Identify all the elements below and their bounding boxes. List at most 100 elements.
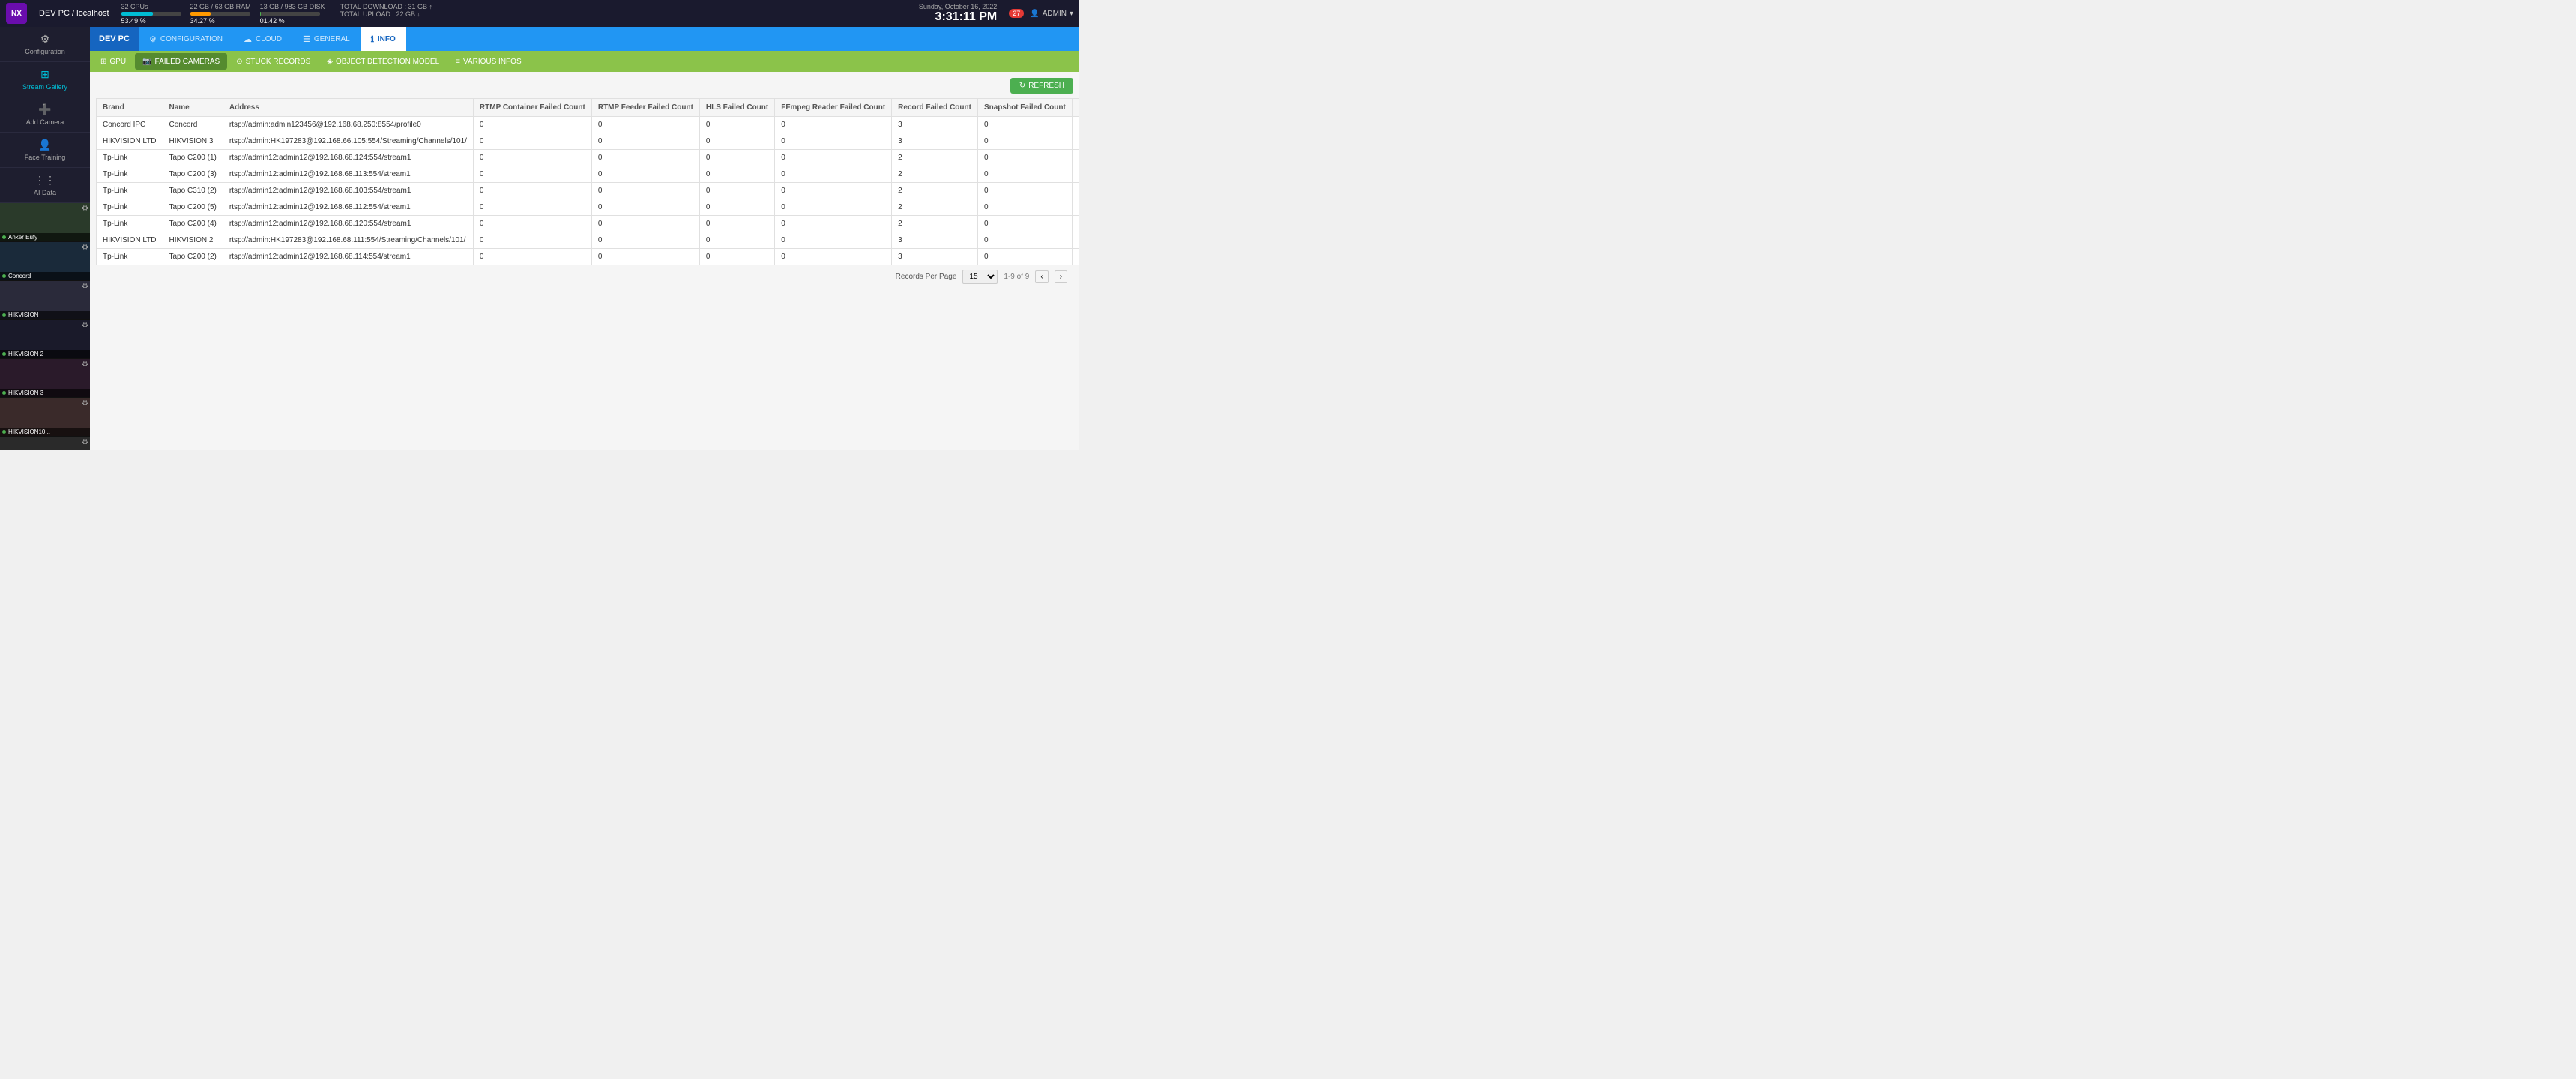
sidebar-item-configuration[interactable]: ⚙ Configuration	[0, 27, 90, 62]
cell-brand: Tp-Link	[97, 166, 163, 183]
gear-icon: ⚙	[40, 33, 50, 46]
cell-name: Tapo C200 (3)	[163, 166, 223, 183]
camera-gear-icon[interactable]: ⚙	[82, 399, 88, 408]
cell-rtmp-container: 0	[473, 150, 591, 166]
tab-bar-title: DEV PC	[90, 27, 139, 51]
cell-rtmp-container: 0	[473, 216, 591, 232]
camera-thumb[interactable]: HIKVISION 2 ⚙	[0, 320, 90, 359]
admin-menu[interactable]: 👤 ADMIN ▾	[1030, 10, 1073, 18]
camera-thumb[interactable]: Tapo C200 (1) ⚙	[0, 437, 90, 450]
cell-record-stuck: 0	[1072, 216, 1079, 232]
camera-gear-icon[interactable]: ⚙	[82, 438, 88, 447]
camera-thumb[interactable]: HIKVISION ⚙	[0, 281, 90, 320]
cell-brand: Tp-Link	[97, 249, 163, 265]
camera-thumb-label: HIKVISION 2	[0, 350, 90, 358]
record-icon: ⊙	[236, 58, 242, 66]
table-row: Tp-Link Tapo C200 (5) rtsp://admin12:adm…	[97, 199, 1080, 216]
sidebar-item-add-camera[interactable]: ➕ Add Camera	[0, 97, 90, 133]
pagination-bar: Records Per Page 152550100 1-9 of 9 ‹ ›	[96, 265, 1073, 288]
subtab-failed-cameras[interactable]: 📷 FAILED CAMERAS	[135, 53, 227, 70]
camera-list: Anker Eufy ⚙ Concord ⚙ HIKVISION ⚙ HIKVI…	[0, 203, 90, 450]
disk-stat: 13 GB / 983 GB DISK 01.42 %	[260, 3, 325, 25]
col-ffmpeg: FFmpeg Reader Failed Count	[775, 99, 892, 117]
col-hls: HLS Failed Count	[699, 99, 774, 117]
tab-general[interactable]: ☰ GENERAL	[292, 27, 361, 51]
cell-ffmpeg: 0	[775, 249, 892, 265]
notification-badge[interactable]: 27	[1009, 9, 1024, 18]
camera-gear-icon[interactable]: ⚙	[82, 205, 88, 213]
prev-page-button[interactable]: ‹	[1035, 270, 1048, 283]
camera-thumb[interactable]: HIKVISION10... ⚙	[0, 398, 90, 437]
tab-cloud[interactable]: ☁ CLOUD	[233, 27, 292, 51]
info-list-icon: ≡	[456, 58, 460, 66]
sidebar-label-ai-data: AI Data	[34, 189, 56, 196]
sidebar-item-face-training[interactable]: 👤 Face Training	[0, 133, 90, 168]
cell-hls: 0	[699, 232, 774, 249]
camera-thumb-label: Anker Eufy	[0, 233, 90, 241]
camera-thumb-label: HIKVISION 3	[0, 389, 90, 397]
cell-ffmpeg: 0	[775, 117, 892, 133]
cell-brand: Concord IPC	[97, 117, 163, 133]
camera-gear-icon[interactable]: ⚙	[82, 282, 88, 291]
cell-rtmp-container: 0	[473, 133, 591, 150]
camera-status-dot	[2, 352, 6, 356]
table-row: Tp-Link Tapo C310 (2) rtsp://admin12:adm…	[97, 183, 1080, 199]
cell-rtmp-feeder: 0	[591, 150, 699, 166]
main-layout: ⚙ Configuration ⊞ Stream Gallery ➕ Add C…	[0, 27, 1079, 450]
cell-ffmpeg: 0	[775, 133, 892, 150]
sidebar: ⚙ Configuration ⊞ Stream Gallery ➕ Add C…	[0, 27, 90, 450]
cell-record-stuck: 0	[1072, 133, 1079, 150]
cell-hls: 0	[699, 150, 774, 166]
camera-gear-icon[interactable]: ⚙	[82, 244, 88, 252]
cell-address: rtsp://admin12:admin12@192.168.68.124:55…	[223, 150, 473, 166]
cell-ffmpeg: 0	[775, 166, 892, 183]
table-row: HIKVISION LTD HIKVISION 3 rtsp://admin:H…	[97, 133, 1080, 150]
sidebar-item-ai-data[interactable]: ⋮⋮ AI Data	[0, 168, 90, 203]
cell-brand: Tp-Link	[97, 183, 163, 199]
cell-record-failed: 3	[892, 133, 978, 150]
refresh-button[interactable]: ↻ REFRESH	[1010, 78, 1073, 94]
cell-ffmpeg: 0	[775, 199, 892, 216]
tab-configuration[interactable]: ⚙ CONFIGURATION	[139, 27, 233, 51]
subtab-stuck-records[interactable]: ⊙ STUCK RECORDS	[229, 53, 318, 70]
cell-rtmp-container: 0	[473, 166, 591, 183]
subtab-object-detection[interactable]: ◈ OBJECT DETECTION MODEL	[319, 53, 447, 70]
chevron-down-icon: ▾	[1070, 10, 1073, 18]
cell-rtmp-feeder: 0	[591, 199, 699, 216]
table-row: HIKVISION LTD HIKVISION 2 rtsp://admin:H…	[97, 232, 1080, 249]
subtab-various-infos[interactable]: ≡ VARIOUS INFOS	[448, 53, 528, 70]
cell-address: rtsp://admin:HK197283@192.168.66.105:554…	[223, 133, 473, 150]
cell-ffmpeg: 0	[775, 216, 892, 232]
cell-record-stuck: 0	[1072, 166, 1079, 183]
subtab-bar: ⊞ GPU 📷 FAILED CAMERAS ⊙ STUCK RECORDS ◈…	[90, 51, 1079, 72]
camera-thumb[interactable]: HIKVISION 3 ⚙	[0, 359, 90, 398]
camera-gear-icon[interactable]: ⚙	[82, 360, 88, 369]
content-area: ↻ REFRESH Brand Name Address RTMP Contai…	[90, 72, 1079, 450]
top-actions: ↻ REFRESH	[96, 78, 1073, 94]
per-page-select[interactable]: 152550100	[962, 270, 998, 284]
tab-info[interactable]: ℹ INFO	[361, 27, 406, 51]
cell-address: rtsp://admin12:admin12@192.168.68.114:55…	[223, 249, 473, 265]
cell-rtmp-feeder: 0	[591, 216, 699, 232]
cell-name: HIKVISION 3	[163, 133, 223, 150]
sidebar-label-add-camera: Add Camera	[26, 118, 64, 126]
plus-icon: ➕	[38, 103, 51, 116]
cell-rtmp-feeder: 0	[591, 183, 699, 199]
cell-brand: HIKVISION LTD	[97, 133, 163, 150]
cell-hls: 0	[699, 166, 774, 183]
next-page-button[interactable]: ›	[1055, 270, 1067, 283]
cell-record-stuck: 0	[1072, 199, 1079, 216]
camera-gear-icon[interactable]: ⚙	[82, 321, 88, 330]
system-stats: 32 CPUs 53.49 % 22 GB / 63 GB RAM 34.27 …	[121, 3, 907, 25]
cell-record-failed: 3	[892, 249, 978, 265]
camera-status-dot	[2, 235, 6, 239]
cell-rtmp-container: 0	[473, 232, 591, 249]
camera-thumb-label: Concord	[0, 272, 90, 280]
failed-cameras-table: Brand Name Address RTMP Container Failed…	[96, 98, 1079, 265]
camera-thumb-label: HIKVISION	[0, 311, 90, 319]
sidebar-item-stream-gallery[interactable]: ⊞ Stream Gallery	[0, 62, 90, 97]
subtab-gpu[interactable]: ⊞ GPU	[93, 53, 133, 70]
camera-thumb[interactable]: Anker Eufy ⚙	[0, 203, 90, 242]
camera-thumb[interactable]: Concord ⚙	[0, 242, 90, 281]
tab-bar: DEV PC ⚙ CONFIGURATION ☁ CLOUD ☰ GENERAL…	[90, 27, 1079, 51]
